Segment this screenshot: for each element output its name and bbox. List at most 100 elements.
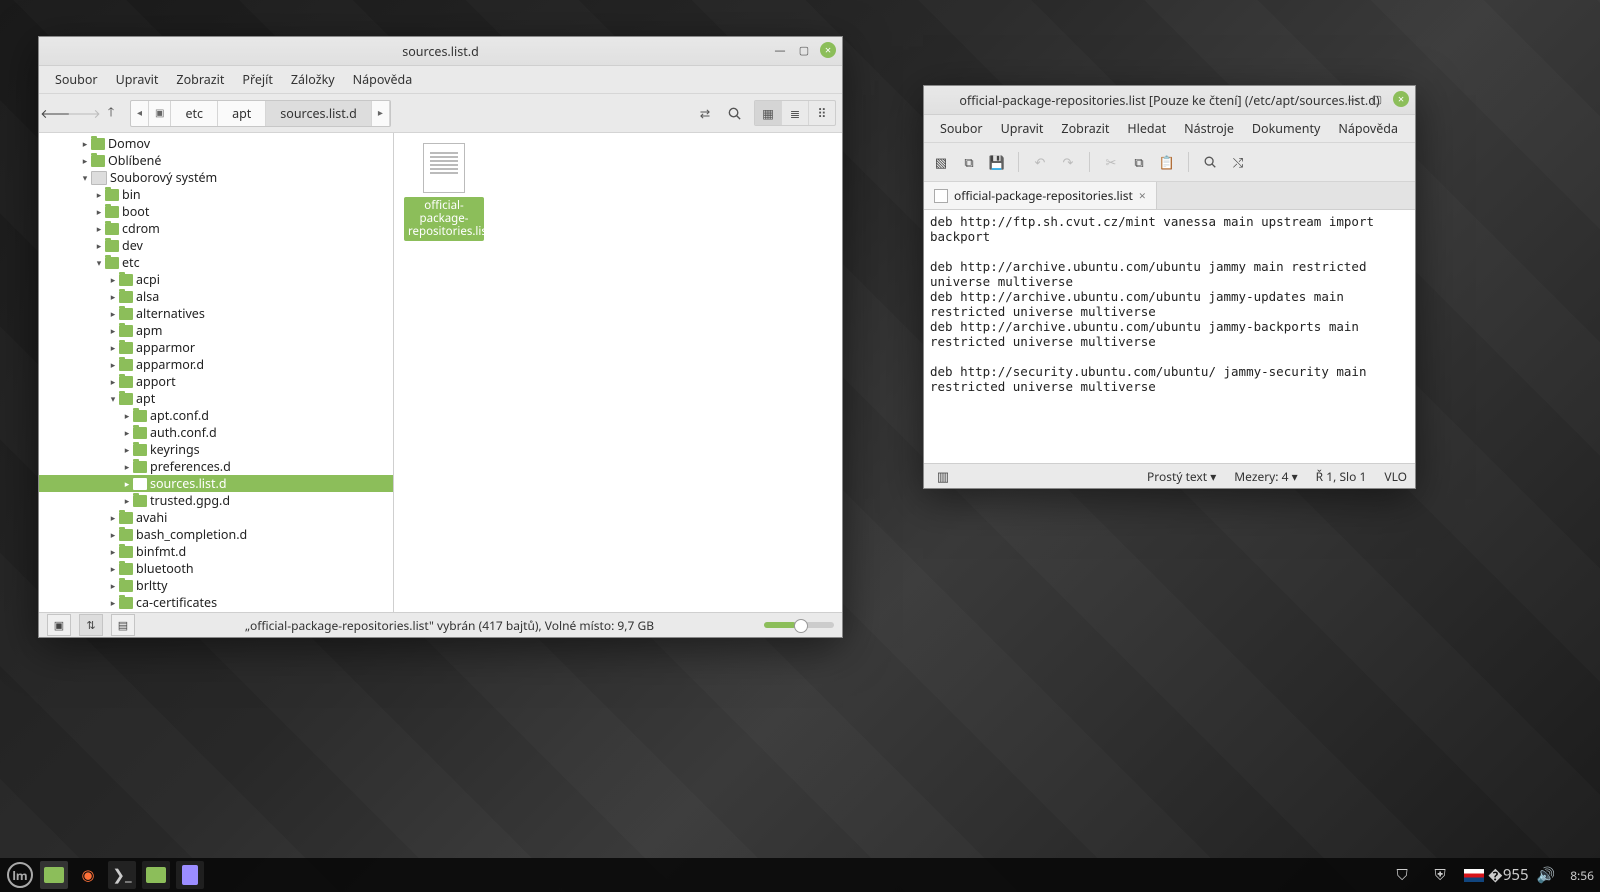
- tree-item[interactable]: ▸apparmor: [39, 339, 393, 356]
- open-file-icon[interactable]: ⧉: [958, 151, 980, 173]
- volume-icon[interactable]: 🔊: [1532, 861, 1560, 889]
- menu-bookmarks[interactable]: Záložky: [283, 69, 343, 90]
- network-icon[interactable]: �955: [1494, 861, 1522, 889]
- tree-item[interactable]: ▸dev: [39, 237, 393, 254]
- menu-edit[interactable]: Upravit: [108, 69, 167, 90]
- tree-item[interactable]: ▸alsa: [39, 288, 393, 305]
- menu-tools[interactable]: Nástroje: [1176, 118, 1242, 139]
- cut-icon[interactable]: ✂: [1100, 151, 1122, 173]
- tree-item[interactable]: ▸apt.conf.d: [39, 407, 393, 424]
- tab-close-icon[interactable]: ×: [1139, 187, 1146, 204]
- tree-item-apt[interactable]: ▾apt: [39, 390, 393, 407]
- search-icon[interactable]: [721, 101, 747, 125]
- tree-item[interactable]: ▸apport: [39, 373, 393, 390]
- swap-path-icon[interactable]: ⇄: [692, 101, 718, 125]
- tray-updates-icon[interactable]: ⛉: [1388, 861, 1416, 889]
- taskbar-terminal[interactable]: ❯_: [108, 861, 136, 889]
- icon-view-button[interactable]: ▦: [755, 101, 782, 125]
- copy-icon[interactable]: ⧉: [1128, 151, 1150, 173]
- editor-textarea[interactable]: deb http://ftp.sh.cvut.cz/mint vanessa m…: [924, 210, 1415, 463]
- close-button[interactable]: ×: [820, 42, 836, 58]
- maximize-button[interactable]: ▢: [1369, 91, 1385, 107]
- tree-item[interactable]: ▸apparmor.d: [39, 356, 393, 373]
- editor-titlebar[interactable]: official-package-repositories.list [Pouz…: [924, 86, 1415, 115]
- paste-icon[interactable]: 📋: [1156, 151, 1178, 173]
- redo-icon[interactable]: ↷: [1057, 151, 1079, 173]
- menu-help[interactable]: Nápověda: [1330, 118, 1406, 139]
- undo-icon[interactable]: ↶: [1029, 151, 1051, 173]
- indent-selector[interactable]: Mezery: 4 ▾: [1234, 468, 1297, 485]
- menu-file[interactable]: Soubor: [932, 118, 991, 139]
- tree-item-home[interactable]: ▸Domov: [39, 135, 393, 152]
- maximize-button[interactable]: ▢: [796, 42, 812, 58]
- tree-item[interactable]: ▸avahi: [39, 509, 393, 526]
- tree-item[interactable]: ▸bluetooth: [39, 560, 393, 577]
- list-view-button[interactable]: ≣: [782, 101, 809, 125]
- zoom-slider[interactable]: [764, 622, 834, 628]
- taskbar-filemanager[interactable]: [142, 861, 170, 889]
- menu-documents[interactable]: Dokumenty: [1244, 118, 1328, 139]
- file-manager-titlebar[interactable]: sources.list.d — ▢ ×: [39, 37, 842, 66]
- editor-tab[interactable]: official-package-repositories.list ×: [924, 182, 1157, 209]
- menu-help[interactable]: Nápověda: [345, 69, 421, 90]
- taskbar-texteditor[interactable]: [176, 861, 204, 889]
- path-prev[interactable]: ◂: [131, 101, 149, 126]
- taskbar-files[interactable]: [40, 861, 68, 889]
- taskbar-firefox[interactable]: ◉: [74, 861, 102, 889]
- menu-edit[interactable]: Upravit: [993, 118, 1052, 139]
- tree-item[interactable]: ▸brltty: [39, 577, 393, 594]
- sidebar-toggle-icon[interactable]: ▥: [932, 465, 954, 487]
- tree-item[interactable]: ▸preferences.d: [39, 458, 393, 475]
- tray-shield-icon[interactable]: ⛨: [1426, 861, 1454, 889]
- tree-item[interactable]: ▸cdrom: [39, 220, 393, 237]
- minimize-button[interactable]: —: [1345, 91, 1361, 107]
- tree-item-etc[interactable]: ▾etc: [39, 254, 393, 271]
- clock[interactable]: 8:56: [1570, 867, 1594, 884]
- tree-item[interactable]: ▸acpi: [39, 271, 393, 288]
- tree-toggle[interactable]: ⇅: [79, 614, 103, 636]
- tree-item-filesystem[interactable]: ▾Souborový systém: [39, 169, 393, 186]
- menu-view[interactable]: Zobrazit: [168, 69, 232, 90]
- tree-item[interactable]: ▸boot: [39, 203, 393, 220]
- path-segment-current[interactable]: sources.list.d: [266, 101, 372, 126]
- tree-item[interactable]: ▸auth.conf.d: [39, 424, 393, 441]
- places-toggle[interactable]: ▣: [47, 614, 71, 636]
- tree-item[interactable]: ▸bin: [39, 186, 393, 203]
- up-button[interactable]: 🡑: [99, 101, 123, 125]
- path-segment[interactable]: etc: [171, 101, 218, 126]
- path-next[interactable]: ▸: [372, 101, 390, 126]
- tree-item[interactable]: ▸binfmt.d: [39, 543, 393, 560]
- forward-button[interactable]: 🡒: [72, 101, 96, 125]
- tree-item[interactable]: ▸alternatives: [39, 305, 393, 322]
- new-file-icon[interactable]: ▧: [930, 151, 952, 173]
- tree-item[interactable]: ▸ca-certificates: [39, 594, 393, 611]
- tree-item-selected[interactable]: ▸sources.list.d: [39, 475, 393, 492]
- tree-item[interactable]: ▸trusted.gpg.d: [39, 492, 393, 509]
- save-file-icon[interactable]: 💾: [986, 151, 1008, 173]
- back-button[interactable]: 🡐: [45, 101, 69, 125]
- menu-search[interactable]: Hledat: [1119, 118, 1174, 139]
- path-toggle[interactable]: ▣: [149, 101, 171, 126]
- menu-view[interactable]: Zobrazit: [1053, 118, 1117, 139]
- tree-item[interactable]: ▸bash_completion.d: [39, 526, 393, 543]
- start-menu-button[interactable]: lm: [6, 861, 34, 889]
- tree-item-favorites[interactable]: ▸Oblíbené: [39, 152, 393, 169]
- path-segment[interactable]: apt: [218, 101, 266, 126]
- menu-file[interactable]: Soubor: [47, 69, 106, 90]
- keyboard-layout-icon[interactable]: [1464, 869, 1484, 882]
- file-item-selected[interactable]: official-package-repositories.list: [404, 143, 484, 241]
- minimize-button[interactable]: —: [772, 42, 788, 58]
- insert-mode[interactable]: VLO: [1384, 468, 1407, 485]
- editor-statusbar: ▥ Prostý text ▾ Mezery: 4 ▾ Ř 1, Slo 1 V…: [924, 463, 1415, 488]
- tree-item[interactable]: ▸apm: [39, 322, 393, 339]
- search-icon[interactable]: [1199, 151, 1221, 173]
- replace-icon[interactable]: ⤭: [1227, 151, 1249, 173]
- menu-go[interactable]: Přejít: [234, 69, 281, 90]
- panel-toggle[interactable]: ▤: [111, 614, 135, 636]
- tree-item[interactable]: ▸keyrings: [39, 441, 393, 458]
- syntax-selector[interactable]: Prostý text ▾: [1147, 468, 1216, 485]
- close-button[interactable]: ×: [1393, 91, 1409, 107]
- compact-view-button[interactable]: ⠿: [809, 101, 835, 125]
- folder-tree[interactable]: ▸Domov ▸Oblíbené ▾Souborový systém ▸bin …: [39, 133, 394, 612]
- file-manager-content[interactable]: official-package-repositories.list: [394, 133, 842, 612]
